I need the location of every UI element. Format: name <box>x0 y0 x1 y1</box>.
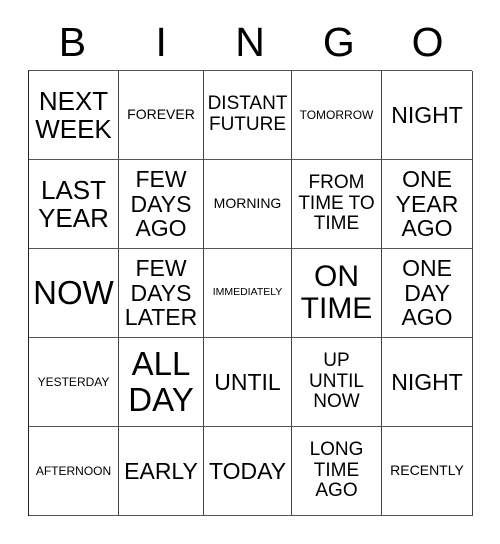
bingo-cell[interactable]: MORNING <box>204 160 292 249</box>
bingo-header-letter-o: O <box>411 18 444 65</box>
bingo-cell-label: NIGHT <box>391 368 463 395</box>
bingo-cell-label: FOREVER <box>127 106 195 123</box>
bingo-cell-label: FROM TIME TO TIME <box>298 172 375 235</box>
bingo-cell[interactable]: NOW <box>29 249 119 338</box>
bingo-cell[interactable]: AFTERNOON <box>29 427 119 516</box>
bingo-cell-label: NEXT WEEK <box>35 85 112 144</box>
bingo-header-letter-g: G <box>322 18 355 65</box>
bingo-cell[interactable]: RECENTLY <box>382 427 473 516</box>
bingo-cell-label: AFTERNOON <box>35 463 112 478</box>
bingo-cell[interactable]: ON TIME <box>292 249 382 338</box>
bingo-cell[interactable]: TOMORROW <box>292 71 382 160</box>
bingo-cell-label: RECENTLY <box>390 462 464 479</box>
bingo-cell-label: TODAY <box>208 457 287 484</box>
bingo-cell[interactable]: DISTANT FUTURE <box>204 71 292 160</box>
bingo-cell-label: DISTANT FUTURE <box>207 93 288 135</box>
bingo-cell[interactable]: FEW DAYS LATER <box>119 249 204 338</box>
bingo-cell[interactable]: YESTERDAY <box>29 338 119 427</box>
bingo-cell[interactable]: LONG TIME AGO <box>292 427 382 516</box>
bingo-header-letter-n: N <box>235 18 265 65</box>
bingo-grid: NEXT WEEK FOREVER DISTANT FUTURE TOMORROW NI… <box>28 70 473 516</box>
bingo-cell[interactable]: LAST YEAR <box>29 160 119 249</box>
bingo-cell-label: NIGHT <box>391 101 463 128</box>
bingo-cell[interactable]: ALL DAY <box>119 338 204 427</box>
bingo-cell-label: EARLY <box>124 457 198 484</box>
bingo-cell[interactable]: IMMEDIATELY <box>204 249 292 338</box>
bingo-cell[interactable]: TODAY <box>204 427 292 516</box>
bingo-header-letter-b: B <box>58 18 87 65</box>
bingo-cell[interactable]: NIGHT <box>382 71 473 160</box>
bingo-cell[interactable]: UNTIL <box>204 338 292 427</box>
bingo-cell[interactable]: UP UNTIL NOW <box>292 338 382 427</box>
bingo-cell[interactable]: FEW DAYS AGO <box>119 160 204 249</box>
bingo-cell-label: ON TIME <box>300 259 373 325</box>
bingo-cell-label: YESTERDAY <box>37 374 110 389</box>
bingo-cell-label: LAST YEAR <box>38 174 109 233</box>
bingo-header: B I N G O <box>28 14 472 70</box>
bingo-cell-label: UP UNTIL NOW <box>309 350 364 413</box>
bingo-cell-label: LONG TIME AGO <box>309 439 364 502</box>
bingo-cell-label: FEW DAYS LATER <box>124 254 198 331</box>
bingo-cell[interactable]: FOREVER <box>119 71 204 160</box>
bingo-cell[interactable]: NEXT WEEK <box>29 71 119 160</box>
bingo-cell[interactable]: FROM TIME TO TIME <box>292 160 382 249</box>
bingo-cell-label: NOW <box>33 274 114 312</box>
bingo-cell-label: FEW DAYS AGO <box>130 165 192 242</box>
bingo-cell[interactable]: ONE YEAR AGO <box>382 160 473 249</box>
bingo-card: B I N G O NEXT WEEK FOREVER DISTANT FUTURE… <box>0 0 500 544</box>
bingo-cell-label: IMMEDIATELY <box>212 286 283 299</box>
bingo-cell-label: TOMORROW <box>299 107 374 122</box>
bingo-header-letter-i: I <box>155 18 167 65</box>
bingo-cell[interactable]: EARLY <box>119 427 204 516</box>
bingo-cell[interactable]: NIGHT <box>382 338 473 427</box>
bingo-cell[interactable]: ONE DAY AGO <box>382 249 473 338</box>
bingo-cell-label: ONE YEAR AGO <box>395 165 459 242</box>
bingo-cell-label: ONE DAY AGO <box>401 254 453 331</box>
bingo-cell-label: MORNING <box>213 195 282 212</box>
bingo-cell-label: UNTIL <box>214 368 281 395</box>
bingo-cell-label: ALL DAY <box>128 345 194 418</box>
